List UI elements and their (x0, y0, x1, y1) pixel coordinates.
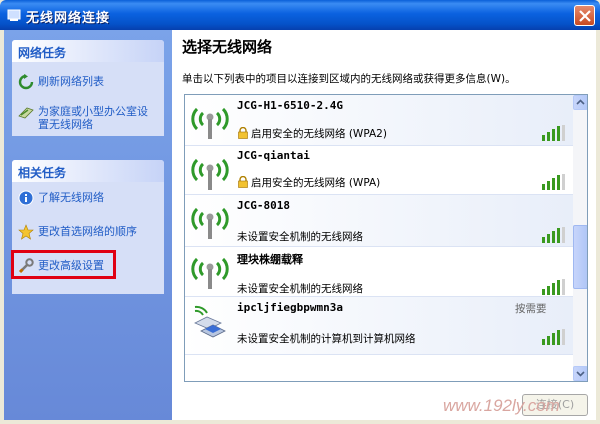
scroll-down-button[interactable] (573, 366, 587, 381)
setup-wizard-icon (18, 107, 34, 119)
network-tasks-header: 网络任务 (12, 40, 164, 62)
network-list[interactable]: JCG-H1-6510-2.4G 启用安全的无线网络 (WPA2) JCG-qi… (184, 94, 588, 382)
learn-wireless-label: 了解无线网络 (38, 191, 104, 204)
watermark: www.192ly.com (443, 396, 560, 415)
wireless-network-icon (7, 9, 21, 21)
network-security-status: 启用安全的无线网络 (WPA) (251, 177, 381, 189)
ad-hoc-computer-icon (194, 305, 226, 338)
network-item[interactable]: ipcljfiegbpwmn3a 按需要 未设置安全机制的计算机到计算机网络 (185, 297, 573, 355)
signal-strength-icon (542, 125, 565, 141)
close-button[interactable] (574, 5, 595, 26)
network-tasks-panel: 网络任务 刷新网络列表 为家庭或小型办公室设 置无线网络 (12, 40, 164, 136)
wireless-connection-window: 无线网络连接 网络任务 刷新网络列表 为家庭或小型办公室设 置无线网络 相关任务… (0, 0, 600, 424)
chevron-up-icon (576, 99, 585, 105)
network-item[interactable]: 理块株绷载释 未设置安全机制的无线网络 (185, 247, 573, 297)
related-tasks-header: 相关任务 (12, 160, 164, 182)
lock-icon (238, 127, 248, 139)
on-demand-label: 按需要 (515, 303, 547, 315)
network-ssid: JCG-H1-6510-2.4G (237, 99, 343, 112)
title-bar[interactable]: 无线网络连接 (0, 0, 600, 30)
setup-label-line1: 为家庭或小型办公室设 (38, 105, 148, 118)
network-ssid: JCG-qiantai (237, 149, 310, 162)
window-title: 无线网络连接 (26, 11, 111, 26)
network-ssid: 理块株绷载释 (237, 253, 303, 266)
network-item[interactable]: JCG-H1-6510-2.4G 启用安全的无线网络 (WPA2) (185, 95, 573, 146)
lock-icon (238, 176, 248, 188)
wireless-antenna-icon (191, 207, 229, 239)
network-item[interactable]: JCG-8018 未设置安全机制的无线网络 (185, 195, 573, 247)
info-icon (18, 190, 34, 206)
setup-label-line2: 置无线网络 (38, 118, 93, 131)
chevron-down-icon (576, 371, 585, 377)
refresh-label: 刷新网络列表 (38, 75, 104, 88)
network-list-scrollbar[interactable] (573, 95, 587, 381)
close-icon (579, 10, 591, 22)
page-title: 选择无线网络 (182, 38, 273, 56)
scroll-up-button[interactable] (573, 95, 587, 110)
change-order-label: 更改首选网络的顺序 (38, 225, 137, 238)
wireless-antenna-icon (191, 107, 229, 139)
network-security-status: 启用安全的无线网络 (WPA2) (251, 128, 387, 140)
network-security-status: 未设置安全机制的无线网络 (237, 283, 363, 295)
refresh-icon (18, 74, 34, 90)
network-ssid: JCG-8018 (237, 199, 290, 212)
network-security-status: 未设置安全机制的无线网络 (237, 231, 363, 243)
signal-strength-icon (542, 279, 565, 295)
network-ssid: ipcljfiegbpwmn3a (237, 301, 343, 314)
refresh-network-list-link[interactable]: 刷新网络列表 (18, 74, 158, 90)
page-description: 单击以下列表中的项目以连接到区域内的无线网络或获得更多信息(W)。 (182, 73, 516, 85)
task-sidebar: 网络任务 刷新网络列表 为家庭或小型办公室设 置无线网络 相关任务 了解无线网络… (4, 30, 172, 420)
signal-strength-icon (542, 227, 565, 243)
advanced-settings-highlight (11, 250, 116, 279)
signal-strength-icon (542, 329, 565, 345)
wireless-antenna-icon (191, 158, 229, 190)
network-security-status: 未设置安全机制的计算机到计算机网络 (237, 333, 416, 345)
wireless-antenna-icon (191, 257, 229, 289)
change-preferred-order-link[interactable]: 更改首选网络的顺序 (18, 224, 158, 240)
learn-wireless-link[interactable]: 了解无线网络 (18, 190, 158, 206)
signal-strength-icon (542, 174, 565, 190)
setup-home-network-link[interactable]: 为家庭或小型办公室设 置无线网络 (18, 104, 160, 132)
main-panel: 选择无线网络 单击以下列表中的项目以连接到区域内的无线网络或获得更多信息(W)。… (172, 30, 596, 420)
network-item[interactable]: JCG-qiantai 启用安全的无线网络 (WPA) (185, 146, 573, 195)
star-icon (18, 224, 34, 240)
scroll-thumb[interactable] (573, 225, 587, 289)
